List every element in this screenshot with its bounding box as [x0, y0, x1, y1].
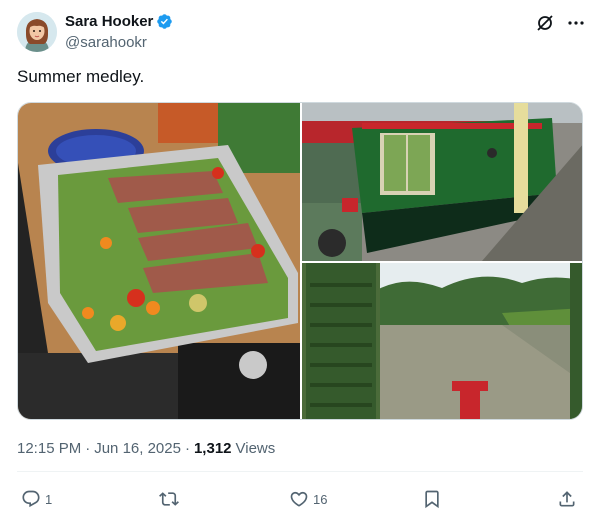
- verified-badge-icon: [156, 13, 173, 30]
- reply-icon: [22, 490, 40, 508]
- name-row: Sara Hooker: [65, 13, 173, 30]
- post-meta: 12:15 PM · Jun 16, 2025 · 1,312 Views: [17, 440, 275, 457]
- bookmark-button[interactable]: [422, 486, 442, 512]
- user-handle[interactable]: @sarahookr: [65, 34, 147, 51]
- photo-food-tray[interactable]: [18, 103, 300, 419]
- post-header: Sara Hooker @sarahookr: [17, 12, 585, 54]
- heart-icon: [290, 491, 308, 507]
- post-text: Summer medley.: [17, 67, 145, 86]
- views-count: 1,312: [193, 440, 232, 457]
- meta-separator: ·: [85, 440, 91, 457]
- meta-separator: ·: [184, 440, 190, 457]
- like-button[interactable]: 16: [289, 486, 327, 512]
- repost-icon: [159, 492, 179, 506]
- repost-button[interactable]: [159, 486, 183, 512]
- photo-narrowboat[interactable]: [302, 103, 582, 261]
- photo-canal[interactable]: [302, 263, 582, 419]
- action-bar: 1 16: [17, 486, 583, 512]
- post-time[interactable]: 12:15 PM: [17, 440, 81, 457]
- more-options-icon[interactable]: [566, 13, 586, 33]
- reply-count: 1: [45, 491, 53, 507]
- divider: [17, 471, 583, 472]
- reply-button[interactable]: 1: [21, 486, 52, 512]
- display-name[interactable]: Sara Hooker: [65, 13, 153, 30]
- share-icon: [559, 491, 575, 507]
- media-grid: [17, 102, 583, 420]
- grok-icon[interactable]: [535, 13, 555, 33]
- avatar[interactable]: [17, 12, 57, 52]
- views-label: Views: [235, 440, 276, 457]
- share-button[interactable]: [557, 486, 577, 512]
- post-date[interactable]: Jun 16, 2025: [94, 440, 181, 457]
- like-count: 16: [313, 491, 328, 507]
- bookmark-icon: [425, 490, 439, 509]
